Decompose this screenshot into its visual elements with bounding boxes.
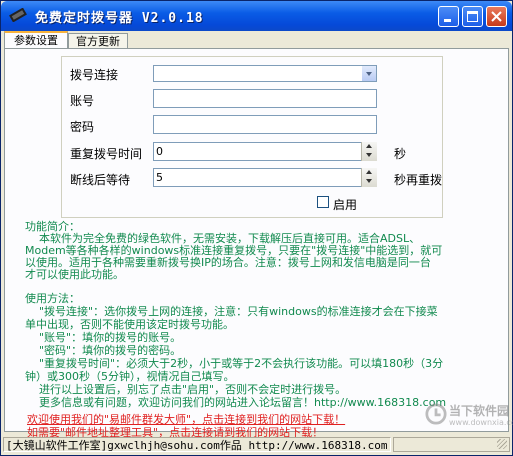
usage-line: 单中出现，否则不能使用该定时拨号功能。 [25,318,234,331]
connection-select[interactable] [153,65,377,82]
spin-up-icon[interactable] [366,170,372,174]
dropdown-arrow-icon[interactable] [362,66,376,81]
maximize-icon [467,11,478,22]
close-button[interactable] [486,6,507,27]
spin-down-icon[interactable] [366,153,372,157]
watermark-icon [425,403,447,425]
status-bar: [大镜山软件工作室]gxwclhjh@sohu.com作品 http://www… [3,437,510,453]
connection-label: 拨号连接 [70,68,119,82]
usage-line: 更多信息或有问题，欢迎访问我们的网站进入论坛留言！http://www.1683… [25,396,447,409]
redial-interval-label: 重复拨号时间 [70,147,143,161]
spin-down-icon[interactable] [366,179,372,183]
title-bar[interactable]: 免费定时拨号器 V2.0.18 [1,1,512,31]
tab-official-update[interactable]: 官方更新 [68,33,128,49]
password-input[interactable] [153,115,377,134]
usage-line: "账号"：填你的拨号的账号。 [25,331,182,344]
watermark-text: 当下软件园 [449,404,510,418]
spin-up-icon[interactable] [366,144,372,148]
wait-unit: 秒再重拨 [394,173,443,187]
usage-line: "拨号连接"：选你拨号上网的连接，注意：只有windows的标准连接才会在下接菜 [25,305,438,318]
intro-line: 才可以使用此功能。 [25,268,124,281]
enable-label: 启用 [333,198,358,212]
minimize-icon [444,19,451,22]
redial-interval-stepper[interactable] [361,142,377,161]
wait-input[interactable]: 5 [153,168,377,187]
usage-line: 钟）或300秒（5分钟），视情况自己填写。 [25,370,235,383]
resize-grip-icon[interactable] [497,439,507,449]
enable-checkbox[interactable] [317,196,329,208]
usage-line: "密码"：填你的拨号的密码。 [25,344,182,357]
usage-line: 进行以上设置后，别忘了点击"启用"，否则不会定时进行拨号。 [25,383,347,396]
watermark-logo: 当下软件园 www.downxia.com [425,401,513,431]
app-icon [9,8,27,22]
wait-label: 断线后等待 [70,173,131,187]
status-text: [大镜山软件工作室]gxwclhjh@sohu.com作品 http://www… [3,437,391,452]
window-title: 免费定时拨号器 V2.0.18 [35,11,204,26]
usage-title: 使用方法： [25,292,80,305]
watermark-sub: www.downxia.com [449,418,513,427]
maximize-button[interactable] [462,6,483,27]
minimize-button[interactable] [438,6,459,27]
status-panel-right [393,437,510,452]
redial-unit: 秒 [394,147,407,161]
wait-stepper[interactable] [361,168,377,187]
password-label: 密码 [70,120,95,134]
account-input[interactable] [153,89,377,108]
usage-line: "重复拨号时间"：必须大于2秒，小于或等于2不会执行该功能。可以填180秒（3分 [25,357,444,370]
account-label: 账号 [70,94,95,108]
close-icon [491,11,502,22]
app-window: 免费定时拨号器 V2.0.18 参数设置 官方更新 拨号连接 账号 密码 重复拨… [0,0,513,456]
tab-settings[interactable]: 参数设置 [4,31,68,49]
redial-interval-input[interactable]: 0 [153,142,377,161]
